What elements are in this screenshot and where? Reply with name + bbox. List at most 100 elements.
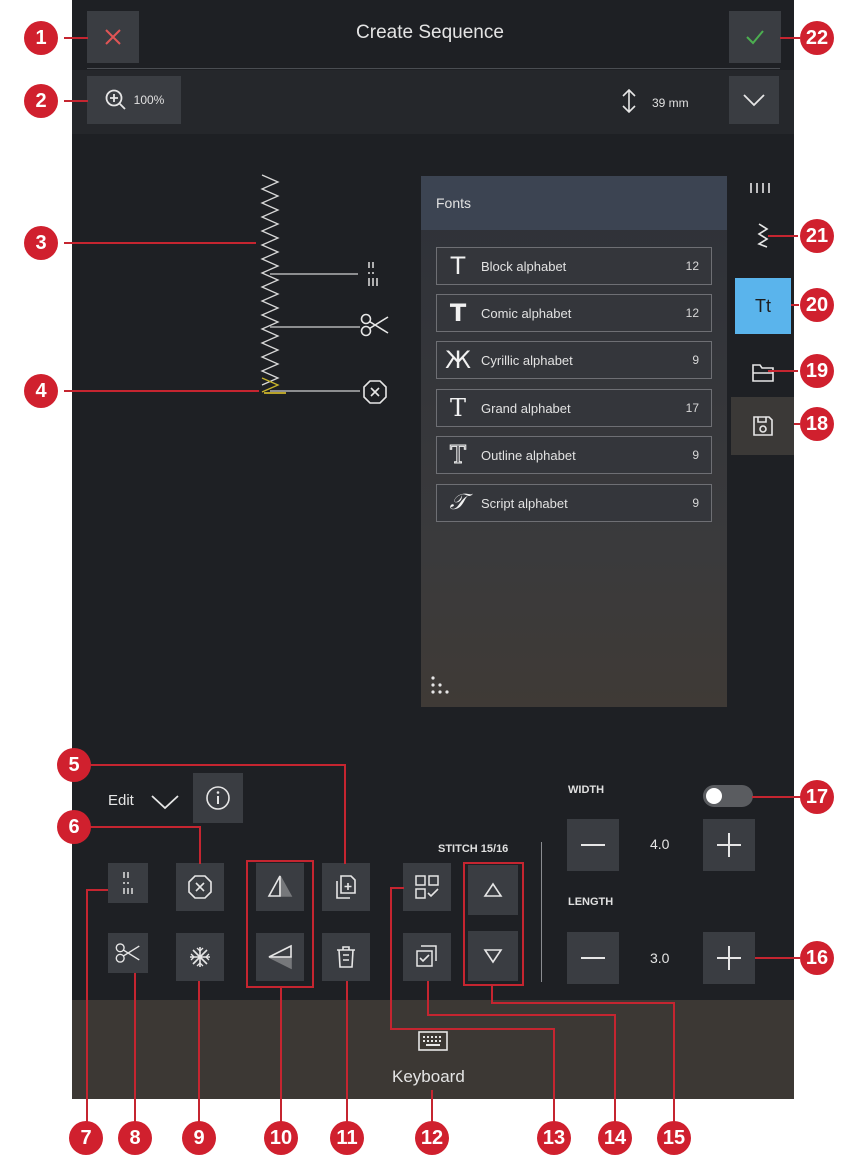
fix-button[interactable]: [176, 933, 224, 981]
fonts-panel-header: Fonts: [421, 176, 727, 230]
font-item-label: Grand alphabet: [481, 401, 571, 416]
height-value: 39 mm: [652, 96, 689, 110]
callout-16: 16: [800, 941, 834, 975]
leader-line-14h: [427, 1014, 615, 1016]
stop-button[interactable]: [176, 863, 224, 911]
callout-4: 4: [24, 374, 58, 408]
cut-marker-icon: [360, 313, 389, 337]
font-item-grand[interactable]: T Grand alphabet 17: [436, 389, 712, 427]
leader-line-15h: [491, 1002, 674, 1004]
delete-button[interactable]: [322, 933, 370, 981]
font-grand-icon: T: [449, 394, 466, 422]
fonts-heading: Fonts: [436, 195, 472, 211]
width-increase-button[interactable]: [703, 819, 755, 871]
keyboard-label: Keyboard: [392, 1067, 465, 1086]
stop-icon: [188, 875, 212, 899]
font-item-label: Script alphabet: [481, 496, 568, 511]
width-value: 4.0: [650, 836, 670, 852]
tie-off-marker-icon: [368, 262, 378, 286]
stitch-preview: [260, 174, 360, 394]
callout-8: 8: [118, 1121, 152, 1155]
leader-line-13h2: [390, 1028, 554, 1030]
trash-icon: [337, 946, 355, 968]
leader-line-4: [64, 390, 259, 392]
callout-15: 15: [657, 1121, 691, 1155]
callout-18: 18: [800, 407, 834, 441]
leader-line-13v2: [553, 1028, 555, 1122]
expand-dropdown-button[interactable]: [729, 76, 779, 124]
font-item-label: Cyrillic alphabet: [481, 353, 573, 368]
length-increase-button[interactable]: [703, 932, 755, 984]
tab-save[interactable]: [731, 397, 794, 455]
leader-line-7v: [86, 889, 88, 1122]
width-decrease-button[interactable]: [567, 819, 619, 871]
resize-handle-icon[interactable]: [429, 674, 455, 700]
cancel-button[interactable]: [87, 11, 139, 63]
plus-icon: [717, 833, 741, 857]
leader-line-21: [768, 235, 798, 237]
leader-line-12: [431, 1090, 433, 1122]
fonts-panel: Fonts T Block alphabet 12 T Comic alphab…: [421, 176, 727, 707]
font-item-count: 12: [685, 306, 699, 320]
cut-button[interactable]: [108, 933, 148, 973]
leader-line-6h: [90, 826, 200, 828]
font-item-count: 9: [692, 448, 699, 462]
panel-grip-icon[interactable]: [749, 182, 773, 194]
font-item-outline[interactable]: T Outline alphabet 9: [436, 436, 712, 474]
font-item-block[interactable]: T Block alphabet 12: [436, 247, 712, 285]
leader-line-11: [346, 981, 348, 1122]
callout-2: 2: [24, 84, 58, 118]
callout-19: 19: [800, 354, 834, 388]
length-value: 3.0: [650, 950, 670, 966]
callout-6: 6: [57, 810, 91, 844]
leader-line-14v2: [614, 1014, 616, 1122]
leader-line-20: [791, 304, 799, 306]
font-item-label: Outline alphabet: [481, 448, 576, 463]
font-script-icon: 𝒯: [449, 490, 467, 515]
mirror-group-highlight: [246, 860, 314, 988]
edit-chevron-down-icon[interactable]: [150, 794, 180, 810]
leader-line-22: [780, 37, 800, 39]
callout-20: 20: [800, 288, 834, 322]
leader-line-15v1: [491, 986, 493, 1003]
callout-22: 22: [800, 21, 834, 55]
font-outline-icon: T: [449, 441, 466, 469]
callout-3: 3: [24, 226, 58, 260]
length-label: LENGTH: [568, 896, 614, 908]
font-item-count: 9: [692, 353, 699, 367]
duplicate-button[interactable]: [322, 863, 370, 911]
stitch-position-label: STITCH 15/16: [438, 843, 509, 855]
tab-fonts[interactable]: Tt: [735, 278, 791, 334]
select-multiple-button[interactable]: [403, 863, 451, 911]
callout-21: 21: [800, 219, 834, 253]
vertical-divider: [541, 842, 542, 982]
confirm-button[interactable]: [729, 11, 781, 63]
length-decrease-button[interactable]: [567, 932, 619, 984]
leader-line-6v: [199, 826, 201, 864]
height-arrows-icon: [622, 88, 636, 114]
leader-line-5h: [90, 764, 346, 766]
chevron-down-icon: [743, 94, 765, 107]
font-item-count: 17: [685, 401, 699, 415]
font-item-cyrillic[interactable]: Ж Cyrillic alphabet 9: [436, 341, 712, 379]
width-toggle[interactable]: [703, 785, 753, 807]
zoom-button[interactable]: 100%: [87, 76, 181, 124]
font-item-count: 12: [685, 259, 699, 273]
select-all-button[interactable]: [403, 933, 451, 981]
font-item-comic[interactable]: T Comic alphabet 12: [436, 294, 712, 332]
leader-line-14v1: [427, 981, 429, 1015]
toggle-knob: [706, 788, 722, 804]
callout-17: 17: [800, 780, 834, 814]
select-all-icon: [416, 945, 437, 967]
save-icon: [752, 416, 773, 436]
tie-off-button[interactable]: [108, 863, 148, 903]
tie-off-icon: [123, 872, 133, 894]
select-multiple-icon: [415, 875, 439, 899]
callout-5: 5: [57, 748, 91, 782]
info-button[interactable]: [193, 773, 243, 823]
edit-label: Edit: [108, 792, 134, 809]
tab-file-manager[interactable]: [731, 345, 794, 399]
leader-line-15v2: [673, 1002, 675, 1122]
font-item-script[interactable]: 𝒯 Script alphabet 9: [436, 484, 712, 522]
callout-10: 10: [264, 1121, 298, 1155]
